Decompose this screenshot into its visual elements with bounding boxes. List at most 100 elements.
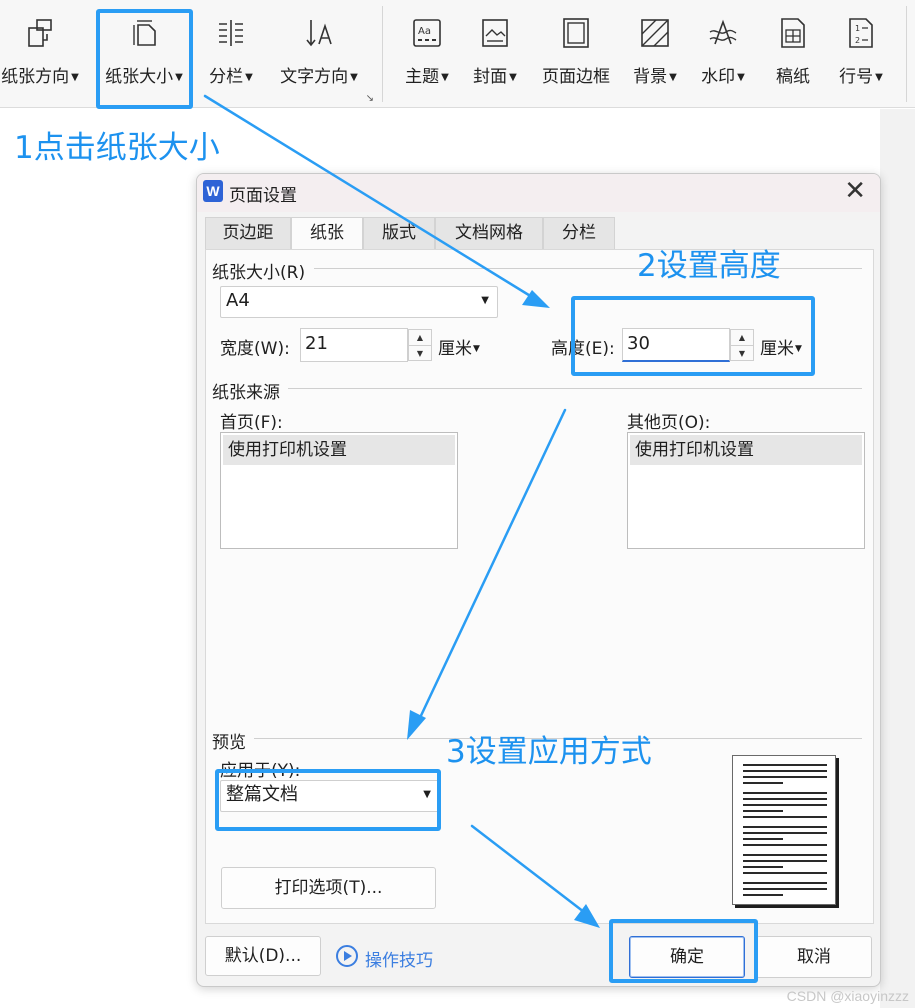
tab-layout[interactable]: 版式 (363, 217, 435, 249)
ribbon-background-button[interactable]: 背景 ▼ (622, 0, 688, 108)
ribbon-separator (906, 6, 907, 102)
decrement-arrow-icon[interactable]: ▼ (731, 345, 753, 360)
chevron-down-icon: ▼ (669, 72, 677, 83)
print-options-button[interactable]: 打印选项(T)... (221, 867, 436, 909)
manuscript-icon (781, 18, 805, 48)
preview-text-line (743, 804, 827, 806)
first-page-listbox[interactable]: 使用打印机设置 (220, 432, 458, 549)
ribbon-line-number-label: 行号 (839, 67, 874, 87)
ribbon-page-border-label: 页面边框 (542, 67, 610, 87)
chevron-down-icon: ▼ (350, 72, 358, 83)
preview-text-line (743, 844, 827, 846)
expand-corner-icon[interactable]: ↘ (366, 93, 374, 104)
ok-button[interactable]: 确定 (629, 936, 745, 978)
watermark-icon (709, 19, 737, 45)
ribbon-columns-label: 分栏 (209, 67, 244, 87)
step1-annotation: 1点击纸张大小 (14, 130, 220, 166)
paper-tab-panel: 纸张大小(R) A4 ▼ 宽度(W): 21 ▲ ▼ 厘米▼ 高度(E): 30… (205, 249, 874, 924)
chevron-down-icon: ▼ (795, 344, 802, 354)
ribbon-background-label: 背景 (633, 67, 668, 87)
other-pages-listbox[interactable]: 使用打印机设置 (627, 432, 865, 549)
paper-size-value: A4 (226, 290, 250, 311)
cancel-button[interactable]: 取消 (756, 936, 872, 978)
chevron-down-icon: ▼ (875, 72, 883, 83)
ribbon-line-number-button[interactable]: 1 2 行号 ▼ (828, 0, 894, 108)
height-stepper[interactable]: ▲ ▼ (730, 329, 754, 361)
ribbon-manuscript-label: 稿纸 (776, 67, 810, 87)
chevron-down-icon: ▼ (245, 72, 253, 83)
tab-columns[interactable]: 分栏 (543, 217, 615, 249)
play-icon[interactable] (336, 945, 358, 967)
preview-text-line (743, 826, 827, 828)
ribbon-orientation-button[interactable]: 纸张方向 ▼ (0, 0, 88, 108)
ribbon-manuscript-button[interactable]: 稿纸 (760, 0, 826, 108)
height-input[interactable]: 30 (622, 328, 730, 362)
width-label: 宽度(W): (220, 339, 290, 359)
ribbon-theme-label: 主题 (405, 67, 440, 87)
preview-text-line (743, 776, 827, 778)
theme-icon: Aa (413, 19, 441, 47)
preview-text-line (743, 798, 827, 800)
dialog-title: 页面设置 (229, 186, 297, 206)
default-button[interactable]: 默认(D)... (205, 936, 321, 976)
ribbon-watermark-button[interactable]: 水印 ▼ (690, 0, 756, 108)
step2-annotation: 2设置高度 (637, 248, 781, 284)
paper-size-section-label: 纸张大小(R) (212, 263, 306, 283)
step3-annotation: 3设置应用方式 (446, 734, 652, 770)
width-unit-label: 厘米 (438, 339, 472, 359)
chevron-down-icon: ▼ (423, 789, 431, 800)
preview-text-line (743, 894, 783, 896)
ribbon-paper-size-button[interactable]: 纸张大小 ▼ (98, 0, 190, 108)
list-item[interactable]: 使用打印机设置 (630, 435, 862, 465)
ribbon-text-direction-label: 文字方向 (280, 67, 349, 87)
ribbon-orientation-label: 纸张方向 (1, 67, 70, 87)
apply-to-select[interactable]: 整篇文档 ▼ (220, 780, 440, 812)
tab-margins[interactable]: 页边距 (205, 217, 291, 249)
ribbon-paper-size-label: 纸张大小 (105, 67, 174, 87)
chevron-down-icon: ▼ (175, 72, 183, 83)
width-input[interactable]: 21 (300, 328, 408, 362)
tab-document-grid[interactable]: 文档网格 (435, 217, 543, 249)
width-unit-select[interactable]: 厘米▼ (438, 334, 480, 359)
tab-paper[interactable]: 纸张 (291, 217, 363, 251)
ribbon-separator (382, 6, 383, 102)
height-unit-label: 厘米 (760, 339, 794, 359)
preview-text-line (743, 872, 827, 874)
chevron-down-icon: ▼ (509, 72, 517, 83)
section-divider (288, 388, 862, 389)
apply-to-label: 应用于(Y): (220, 761, 301, 781)
preview-text-line (743, 810, 783, 812)
decrement-arrow-icon[interactable]: ▼ (409, 345, 431, 360)
chevron-down-icon: ▼ (737, 72, 745, 83)
line-number-icon: 1 2 (849, 18, 873, 48)
height-unit-select[interactable]: 厘米▼ (760, 334, 802, 359)
preview-text-line (743, 816, 827, 818)
ribbon-theme-button[interactable]: Aa 主题 ▼ (394, 0, 460, 108)
tips-link[interactable]: 操作技巧 (365, 946, 433, 971)
ribbon-cover-button[interactable]: 封面 ▼ (462, 0, 528, 108)
ribbon-text-direction-button[interactable]: 文字方向 ▼ ↘ (270, 0, 374, 108)
width-stepper[interactable]: ▲ ▼ (408, 329, 432, 361)
background-icon (641, 19, 669, 47)
ribbon-page-border-button[interactable]: 页面边框 (532, 0, 620, 108)
preview-text-line (743, 866, 783, 868)
close-icon[interactable]: ✕ (844, 176, 866, 206)
chevron-down-icon: ▼ (481, 295, 489, 306)
svg-text:2: 2 (855, 36, 860, 45)
increment-arrow-icon[interactable]: ▲ (731, 330, 753, 345)
ribbon-columns-button[interactable]: 分栏 ▼ (196, 0, 266, 108)
preview-text-line (743, 792, 827, 794)
chevron-down-icon: ▼ (473, 344, 480, 354)
preview-text-line (743, 854, 827, 856)
columns-icon (219, 20, 243, 46)
dialog-titlebar[interactable]: W 页面设置 ✕ (197, 174, 880, 212)
increment-arrow-icon[interactable]: ▲ (409, 330, 431, 345)
document-background (880, 109, 915, 1008)
list-item[interactable]: 使用打印机设置 (223, 435, 455, 465)
other-pages-label: 其他页(O): (627, 413, 711, 433)
preview-text-line (743, 764, 827, 766)
csdn-watermark: CSDN @xiaoyinzzz (786, 988, 909, 1004)
preview-text-line (743, 888, 827, 890)
paper-size-select[interactable]: A4 ▼ (220, 286, 498, 318)
height-label: 高度(E): (551, 339, 615, 359)
